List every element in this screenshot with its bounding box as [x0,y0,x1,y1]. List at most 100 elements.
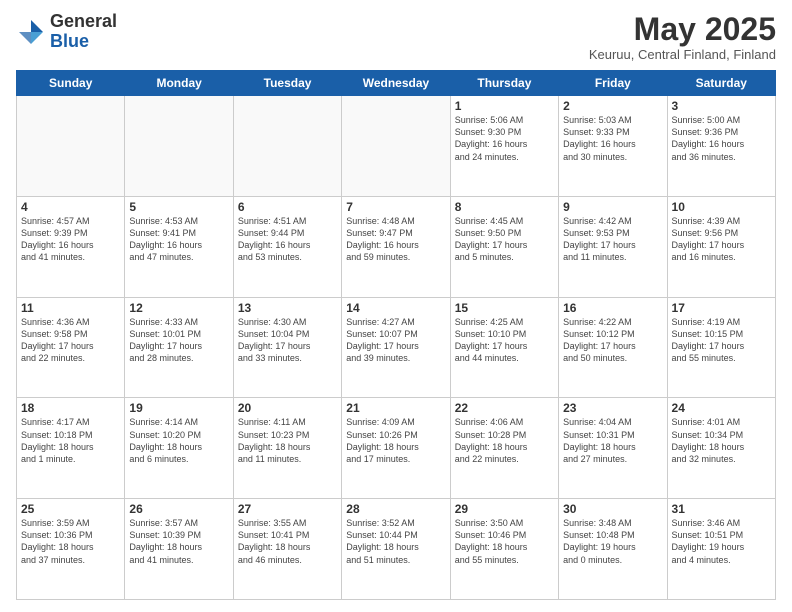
calendar-cell: 8Sunrise: 4:45 AM Sunset: 9:50 PM Daylig… [450,196,558,297]
logo-text: General Blue [50,12,117,52]
calendar-cell: 12Sunrise: 4:33 AM Sunset: 10:01 PM Dayl… [125,297,233,398]
calendar-cell: 15Sunrise: 4:25 AM Sunset: 10:10 PM Dayl… [450,297,558,398]
day-info: Sunrise: 4:06 AM Sunset: 10:28 PM Daylig… [455,416,554,465]
calendar-cell [342,96,450,197]
day-number: 23 [563,401,662,415]
day-info: Sunrise: 5:06 AM Sunset: 9:30 PM Dayligh… [455,114,554,163]
calendar-cell: 13Sunrise: 4:30 AM Sunset: 10:04 PM Dayl… [233,297,341,398]
col-header-monday: Monday [125,71,233,96]
col-header-sunday: Sunday [17,71,125,96]
day-number: 16 [563,301,662,315]
day-number: 9 [563,200,662,214]
day-number: 24 [672,401,771,415]
day-number: 28 [346,502,445,516]
week-row-5: 25Sunrise: 3:59 AM Sunset: 10:36 PM Dayl… [17,499,776,600]
title-block: May 2025 Keuruu, Central Finland, Finlan… [589,12,776,62]
calendar-cell: 5Sunrise: 4:53 AM Sunset: 9:41 PM Daylig… [125,196,233,297]
day-info: Sunrise: 4:36 AM Sunset: 9:58 PM Dayligh… [21,316,120,365]
day-number: 5 [129,200,228,214]
day-info: Sunrise: 5:03 AM Sunset: 9:33 PM Dayligh… [563,114,662,163]
day-number: 1 [455,99,554,113]
logo-icon [16,17,46,47]
day-info: Sunrise: 4:45 AM Sunset: 9:50 PM Dayligh… [455,215,554,264]
day-number: 21 [346,401,445,415]
logo: General Blue [16,12,117,52]
day-info: Sunrise: 4:57 AM Sunset: 9:39 PM Dayligh… [21,215,120,264]
header-row: SundayMondayTuesdayWednesdayThursdayFrid… [17,71,776,96]
day-info: Sunrise: 4:39 AM Sunset: 9:56 PM Dayligh… [672,215,771,264]
calendar-cell: 11Sunrise: 4:36 AM Sunset: 9:58 PM Dayli… [17,297,125,398]
day-info: Sunrise: 4:01 AM Sunset: 10:34 PM Daylig… [672,416,771,465]
day-number: 15 [455,301,554,315]
calendar-cell: 10Sunrise: 4:39 AM Sunset: 9:56 PM Dayli… [667,196,775,297]
day-info: Sunrise: 4:33 AM Sunset: 10:01 PM Daylig… [129,316,228,365]
calendar-cell: 22Sunrise: 4:06 AM Sunset: 10:28 PM Dayl… [450,398,558,499]
day-number: 19 [129,401,228,415]
calendar-cell: 6Sunrise: 4:51 AM Sunset: 9:44 PM Daylig… [233,196,341,297]
calendar-subtitle: Keuruu, Central Finland, Finland [589,47,776,62]
day-number: 30 [563,502,662,516]
page: General Blue May 2025 Keuruu, Central Fi… [0,0,792,612]
calendar-cell: 23Sunrise: 4:04 AM Sunset: 10:31 PM Dayl… [559,398,667,499]
day-number: 3 [672,99,771,113]
day-number: 27 [238,502,337,516]
day-number: 29 [455,502,554,516]
day-number: 17 [672,301,771,315]
day-number: 6 [238,200,337,214]
calendar-cell: 2Sunrise: 5:03 AM Sunset: 9:33 PM Daylig… [559,96,667,197]
day-info: Sunrise: 4:42 AM Sunset: 9:53 PM Dayligh… [563,215,662,264]
day-number: 20 [238,401,337,415]
logo-blue: Blue [50,31,89,51]
day-info: Sunrise: 4:09 AM Sunset: 10:26 PM Daylig… [346,416,445,465]
week-row-2: 4Sunrise: 4:57 AM Sunset: 9:39 PM Daylig… [17,196,776,297]
day-number: 14 [346,301,445,315]
day-info: Sunrise: 4:04 AM Sunset: 10:31 PM Daylig… [563,416,662,465]
day-number: 7 [346,200,445,214]
col-header-tuesday: Tuesday [233,71,341,96]
calendar-cell: 19Sunrise: 4:14 AM Sunset: 10:20 PM Dayl… [125,398,233,499]
day-info: Sunrise: 4:19 AM Sunset: 10:15 PM Daylig… [672,316,771,365]
day-number: 2 [563,99,662,113]
calendar-table: SundayMondayTuesdayWednesdayThursdayFrid… [16,70,776,600]
day-info: Sunrise: 4:48 AM Sunset: 9:47 PM Dayligh… [346,215,445,264]
day-number: 4 [21,200,120,214]
calendar-cell: 28Sunrise: 3:52 AM Sunset: 10:44 PM Dayl… [342,499,450,600]
calendar-cell [125,96,233,197]
day-number: 22 [455,401,554,415]
calendar-cell: 7Sunrise: 4:48 AM Sunset: 9:47 PM Daylig… [342,196,450,297]
col-header-saturday: Saturday [667,71,775,96]
calendar-cell: 21Sunrise: 4:09 AM Sunset: 10:26 PM Dayl… [342,398,450,499]
logo-general: General [50,11,117,31]
calendar-cell: 31Sunrise: 3:46 AM Sunset: 10:51 PM Dayl… [667,499,775,600]
calendar-cell: 16Sunrise: 4:22 AM Sunset: 10:12 PM Dayl… [559,297,667,398]
col-header-friday: Friday [559,71,667,96]
calendar-cell: 4Sunrise: 4:57 AM Sunset: 9:39 PM Daylig… [17,196,125,297]
calendar-cell: 1Sunrise: 5:06 AM Sunset: 9:30 PM Daylig… [450,96,558,197]
week-row-1: 1Sunrise: 5:06 AM Sunset: 9:30 PM Daylig… [17,96,776,197]
day-number: 13 [238,301,337,315]
calendar-cell: 24Sunrise: 4:01 AM Sunset: 10:34 PM Dayl… [667,398,775,499]
calendar-cell: 26Sunrise: 3:57 AM Sunset: 10:39 PM Dayl… [125,499,233,600]
day-info: Sunrise: 3:57 AM Sunset: 10:39 PM Daylig… [129,517,228,566]
calendar-cell [233,96,341,197]
day-info: Sunrise: 4:11 AM Sunset: 10:23 PM Daylig… [238,416,337,465]
calendar-cell: 30Sunrise: 3:48 AM Sunset: 10:48 PM Dayl… [559,499,667,600]
calendar-cell: 3Sunrise: 5:00 AM Sunset: 9:36 PM Daylig… [667,96,775,197]
calendar-cell: 18Sunrise: 4:17 AM Sunset: 10:18 PM Dayl… [17,398,125,499]
calendar-cell: 9Sunrise: 4:42 AM Sunset: 9:53 PM Daylig… [559,196,667,297]
calendar-cell: 27Sunrise: 3:55 AM Sunset: 10:41 PM Dayl… [233,499,341,600]
day-info: Sunrise: 3:52 AM Sunset: 10:44 PM Daylig… [346,517,445,566]
day-number: 18 [21,401,120,415]
calendar-cell [17,96,125,197]
day-number: 11 [21,301,120,315]
day-info: Sunrise: 4:17 AM Sunset: 10:18 PM Daylig… [21,416,120,465]
calendar-cell: 20Sunrise: 4:11 AM Sunset: 10:23 PM Dayl… [233,398,341,499]
day-info: Sunrise: 3:55 AM Sunset: 10:41 PM Daylig… [238,517,337,566]
day-info: Sunrise: 5:00 AM Sunset: 9:36 PM Dayligh… [672,114,771,163]
calendar-cell: 14Sunrise: 4:27 AM Sunset: 10:07 PM Dayl… [342,297,450,398]
day-number: 10 [672,200,771,214]
week-row-3: 11Sunrise: 4:36 AM Sunset: 9:58 PM Dayli… [17,297,776,398]
day-number: 25 [21,502,120,516]
day-number: 31 [672,502,771,516]
calendar-cell: 17Sunrise: 4:19 AM Sunset: 10:15 PM Dayl… [667,297,775,398]
